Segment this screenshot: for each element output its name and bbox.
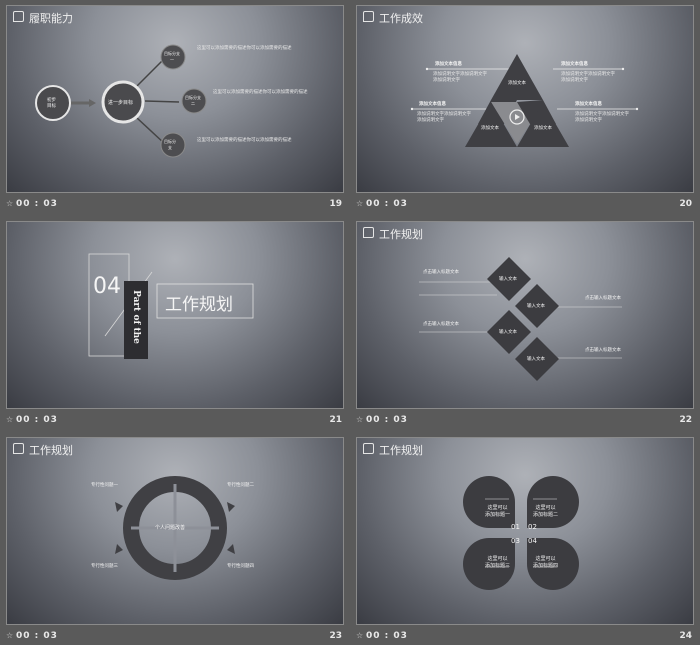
note-text: 这里可以添加需要的描述你可以添加需要的描述 [213, 90, 308, 95]
slide-footer: ☆ 00 : 03 21 [6, 414, 344, 428]
slide-timing: 00 : 03 [366, 415, 408, 425]
text-heading: 添加文本信息 [419, 102, 446, 107]
node-label: 目标分 支 [164, 139, 176, 150]
petal-label: 这里可以 添加标题一 [485, 505, 511, 518]
slide-number: 23 [329, 631, 342, 641]
text-heading: 专行性问题一 [91, 483, 118, 488]
flow-diagram [35, 44, 207, 158]
slide-timing: 00 : 03 [366, 631, 408, 641]
slide-number: 24 [679, 631, 692, 641]
transition-icon: ☆ [356, 631, 364, 640]
text-body: 添加说明文字添加说明文字添加说明文字 [561, 72, 615, 83]
slide-timing: 00 : 03 [16, 631, 58, 641]
slide-number: 19 [329, 199, 342, 209]
petal-number: 01 [511, 523, 520, 531]
slide-canvas: 履职能力 初步 目标 进一步目标 目标分支 一 目标分支 二 目标分 支 这里可… [6, 5, 344, 193]
triangle-label: 添加文本 [534, 126, 552, 131]
slide-canvas: 工作成效 添加文本信息 添加说明文字添加说明文字添加说明文字 添加文本信息 添加… [356, 5, 694, 193]
petal-diagram [463, 476, 579, 590]
diamond-label: 输入文本 [527, 304, 545, 309]
slide-number: 21 [329, 415, 342, 425]
transition-icon: ☆ [356, 199, 364, 208]
slide-canvas: 04 Part of the 工作规划 [6, 221, 344, 409]
slide-timing: 00 : 03 [16, 415, 58, 425]
slide-footer: ☆ 00 : 03 23 [6, 630, 344, 644]
ring-diagram [115, 476, 235, 580]
triangle-diagram [410, 54, 639, 147]
petal-label: 这里可以 添加标题二 [533, 505, 559, 518]
diamond-diagram [419, 257, 622, 381]
text-body: 添加说明文字添加说明文字添加说明文字 [433, 72, 487, 83]
petal-number: 03 [511, 537, 520, 545]
note-text: 这里可以添加需要的描述你可以添加需要的描述 [197, 138, 292, 143]
transition-icon: ☆ [356, 415, 364, 424]
node-label: 目标分支 二 [185, 95, 201, 106]
diamond-label: 输入文本 [499, 330, 517, 335]
part-label: Part of the [131, 290, 141, 344]
text-heading: 点击输入标题文本 [423, 322, 459, 327]
slide-number: 20 [679, 199, 692, 209]
text-body: 添加说明文字添加说明文字添加说明文字 [417, 112, 471, 123]
slide-timing: 00 : 03 [16, 199, 58, 209]
transition-icon: ☆ [6, 199, 14, 208]
section-frame [88, 253, 254, 359]
transition-icon: ☆ [6, 631, 14, 640]
text-heading: 添加文本信息 [575, 102, 602, 107]
text-body: 添加说明文字添加说明文字添加说明文字 [575, 112, 629, 123]
transition-icon: ☆ [6, 415, 14, 424]
section-number: 04 [93, 274, 121, 299]
text-heading: 专行性问题二 [227, 483, 254, 488]
text-heading: 添加文本信息 [561, 62, 588, 67]
slide-number: 22 [679, 415, 692, 425]
diamond-label: 输入文本 [527, 357, 545, 362]
note-text: 这里可以添加需要的描述你可以添加需要的描述 [197, 46, 292, 51]
slide-canvas: 工作规划 输入文本 输入文本 输入文本 输入文本 点击输入标题文本 点击输入标题… [356, 221, 694, 409]
section-title: 工作规划 [165, 295, 233, 315]
slide-canvas: 工作规划 个人问题改善 专行性问题一 专行性问题二 专行性问题三 专行性问题四 [6, 437, 344, 625]
slide-timing: 00 : 03 [366, 199, 408, 209]
petal-label: 这里可以 添加标题四 [533, 556, 559, 569]
text-heading: 点击输入标题文本 [585, 348, 621, 353]
text-heading: 专行性问题四 [227, 564, 254, 569]
text-heading: 专行性问题三 [91, 564, 118, 569]
node-label: 初步 目标 [47, 98, 56, 109]
slide-footer: ☆ 00 : 03 20 [356, 198, 694, 212]
node-label: 目标分支 一 [164, 51, 180, 62]
slide-footer: ☆ 00 : 03 19 [6, 198, 344, 212]
text-heading: 添加文本信息 [435, 62, 462, 67]
text-heading: 点击输入标题文本 [423, 270, 459, 275]
slide-canvas: 工作规划 这里可以 添加标题一 这里可以 添加标题二 这里可以 添加标题三 这里… [356, 437, 694, 625]
triangle-label: 添加文本 [508, 81, 526, 86]
petal-number: 04 [528, 537, 537, 545]
ring-center-label: 个人问题改善 [155, 525, 186, 531]
slide-footer: ☆ 00 : 03 22 [356, 414, 694, 428]
petal-label: 这里可以 添加标题三 [485, 556, 511, 569]
triangle-label: 添加文本 [481, 126, 499, 131]
node-label: 进一步目标 [108, 100, 134, 106]
slide-footer: ☆ 00 : 03 24 [356, 630, 694, 644]
diamond-label: 输入文本 [499, 277, 517, 282]
text-heading: 点击输入标题文本 [585, 296, 621, 301]
petal-number: 02 [528, 523, 537, 531]
